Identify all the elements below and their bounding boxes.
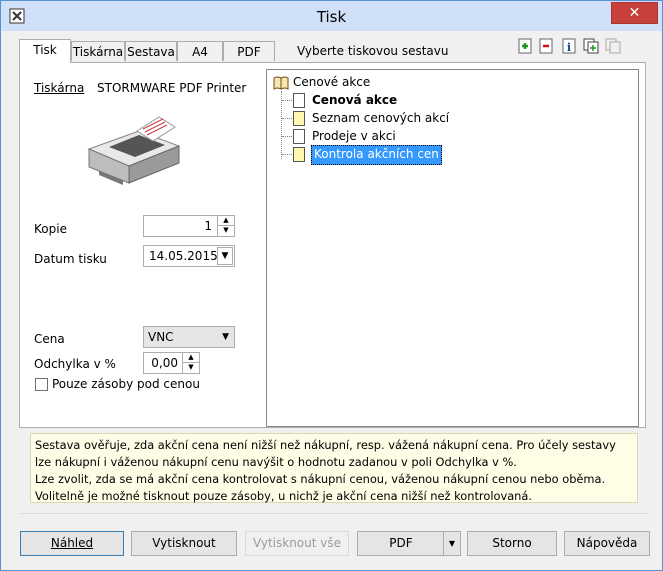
tree-connector — [282, 118, 292, 119]
select-report-hint: Vyberte tiskovou sestavu — [297, 44, 449, 58]
spin-down-icon[interactable]: ▼ — [183, 363, 199, 372]
tree-connector — [282, 100, 292, 101]
spin-down-icon[interactable]: ▼ — [218, 226, 234, 235]
spin-up-icon[interactable]: ▲ — [183, 353, 199, 363]
document-icon — [293, 147, 305, 162]
printer-icon — [87, 116, 181, 185]
printer-label[interactable]: Tiskárna — [34, 81, 84, 95]
cena-label: Cena — [34, 332, 65, 346]
svg-text:i: i — [567, 41, 571, 54]
document-icon — [293, 129, 305, 144]
pdf-button[interactable]: PDF ▼ — [357, 531, 461, 556]
remove-icon[interactable] — [538, 38, 554, 54]
tree-item-seznam[interactable]: Seznam cenových akcí — [312, 109, 449, 127]
tree-item-cenova-akce[interactable]: Cenová akce — [312, 91, 397, 109]
odchylka-stepper[interactable]: 0,00 ▲ ▼ — [143, 352, 200, 374]
tab-tisk[interactable]: Tisk — [19, 39, 71, 63]
tab-a4[interactable]: A4 — [177, 41, 223, 61]
pdf-button-label: PDF — [389, 536, 413, 550]
chevron-down-icon[interactable]: ▼ — [443, 532, 460, 555]
datum-value: 14.05.2015 — [149, 249, 218, 263]
kopie-stepper[interactable]: 1 ▲ ▼ — [143, 215, 235, 237]
printer-name: STORMWARE PDF Printer — [97, 81, 247, 95]
chevron-down-icon[interactable]: ▼ — [217, 247, 233, 265]
duplicate-icon — [605, 38, 621, 54]
odchylka-value: 0,00 — [151, 356, 178, 370]
document-icon — [293, 111, 305, 126]
tab-pdf[interactable]: PDF — [223, 41, 275, 61]
report-description: Sestava ověřuje, zda akční cena není niž… — [30, 433, 638, 503]
odchylka-spin[interactable]: ▲ ▼ — [182, 353, 199, 373]
tree-connector — [281, 91, 283, 159]
tree-item-kontrola[interactable]: Kontrola akčních cen — [311, 145, 442, 165]
datum-picker[interactable]: 14.05.2015 ▼ — [143, 245, 235, 267]
print-button[interactable]: Vytisknout — [131, 531, 237, 556]
chevron-down-icon: ▼ — [222, 332, 229, 342]
info-icon[interactable]: i — [561, 38, 577, 54]
pouze-zasoby-checkbox[interactable] — [35, 378, 48, 391]
cena-value: VNC — [148, 330, 174, 344]
datum-label: Datum tisku — [34, 252, 107, 266]
print-dialog: Tisk ✕ Tisk Tiskárna Sestava A4 PDF Vybe… — [0, 0, 663, 571]
tree-connector — [282, 154, 292, 155]
print-all-button: Vytisknout vše — [245, 531, 349, 556]
cancel-button[interactable]: Storno — [467, 531, 557, 556]
tree-item-prodeje[interactable]: Prodeje v akci — [312, 127, 396, 145]
odchylka-label: Odchylka v % — [34, 357, 116, 371]
cena-select[interactable]: VNC ▼ — [143, 326, 235, 348]
kopie-label: Kopie — [34, 222, 67, 236]
description-paragraph: Lze zvolit, zda se má akční cena kontrol… — [35, 472, 606, 503]
book-icon — [273, 76, 289, 90]
tab-tiskarna[interactable]: Tiskárna — [71, 41, 125, 61]
kopie-spin[interactable]: ▲ ▼ — [217, 216, 234, 236]
window-title: Tisk — [316, 8, 347, 26]
tree-root[interactable]: Cenové akce — [293, 73, 370, 91]
preview-button[interactable]: Náhled — [20, 531, 124, 556]
description-paragraph: Sestava ověřuje, zda akční cena není niž… — [35, 438, 616, 469]
kopie-value: 1 — [204, 219, 212, 233]
title-bar[interactable]: Tisk ✕ — [1, 1, 662, 31]
document-icon — [293, 93, 305, 108]
divider — [20, 513, 648, 514]
pouze-zasoby-label[interactable]: Pouze zásoby pod cenou — [52, 377, 200, 391]
help-button[interactable]: Nápověda — [564, 531, 650, 556]
tree-connector — [282, 136, 292, 137]
close-button[interactable]: ✕ — [611, 2, 658, 24]
report-tree[interactable]: Cenové akce Cenová akce Seznam cenových … — [266, 69, 639, 427]
tab-sestava[interactable]: Sestava — [125, 41, 177, 61]
copy-report-icon[interactable] — [583, 38, 599, 54]
spin-up-icon[interactable]: ▲ — [218, 216, 234, 226]
add-icon[interactable] — [517, 38, 533, 54]
